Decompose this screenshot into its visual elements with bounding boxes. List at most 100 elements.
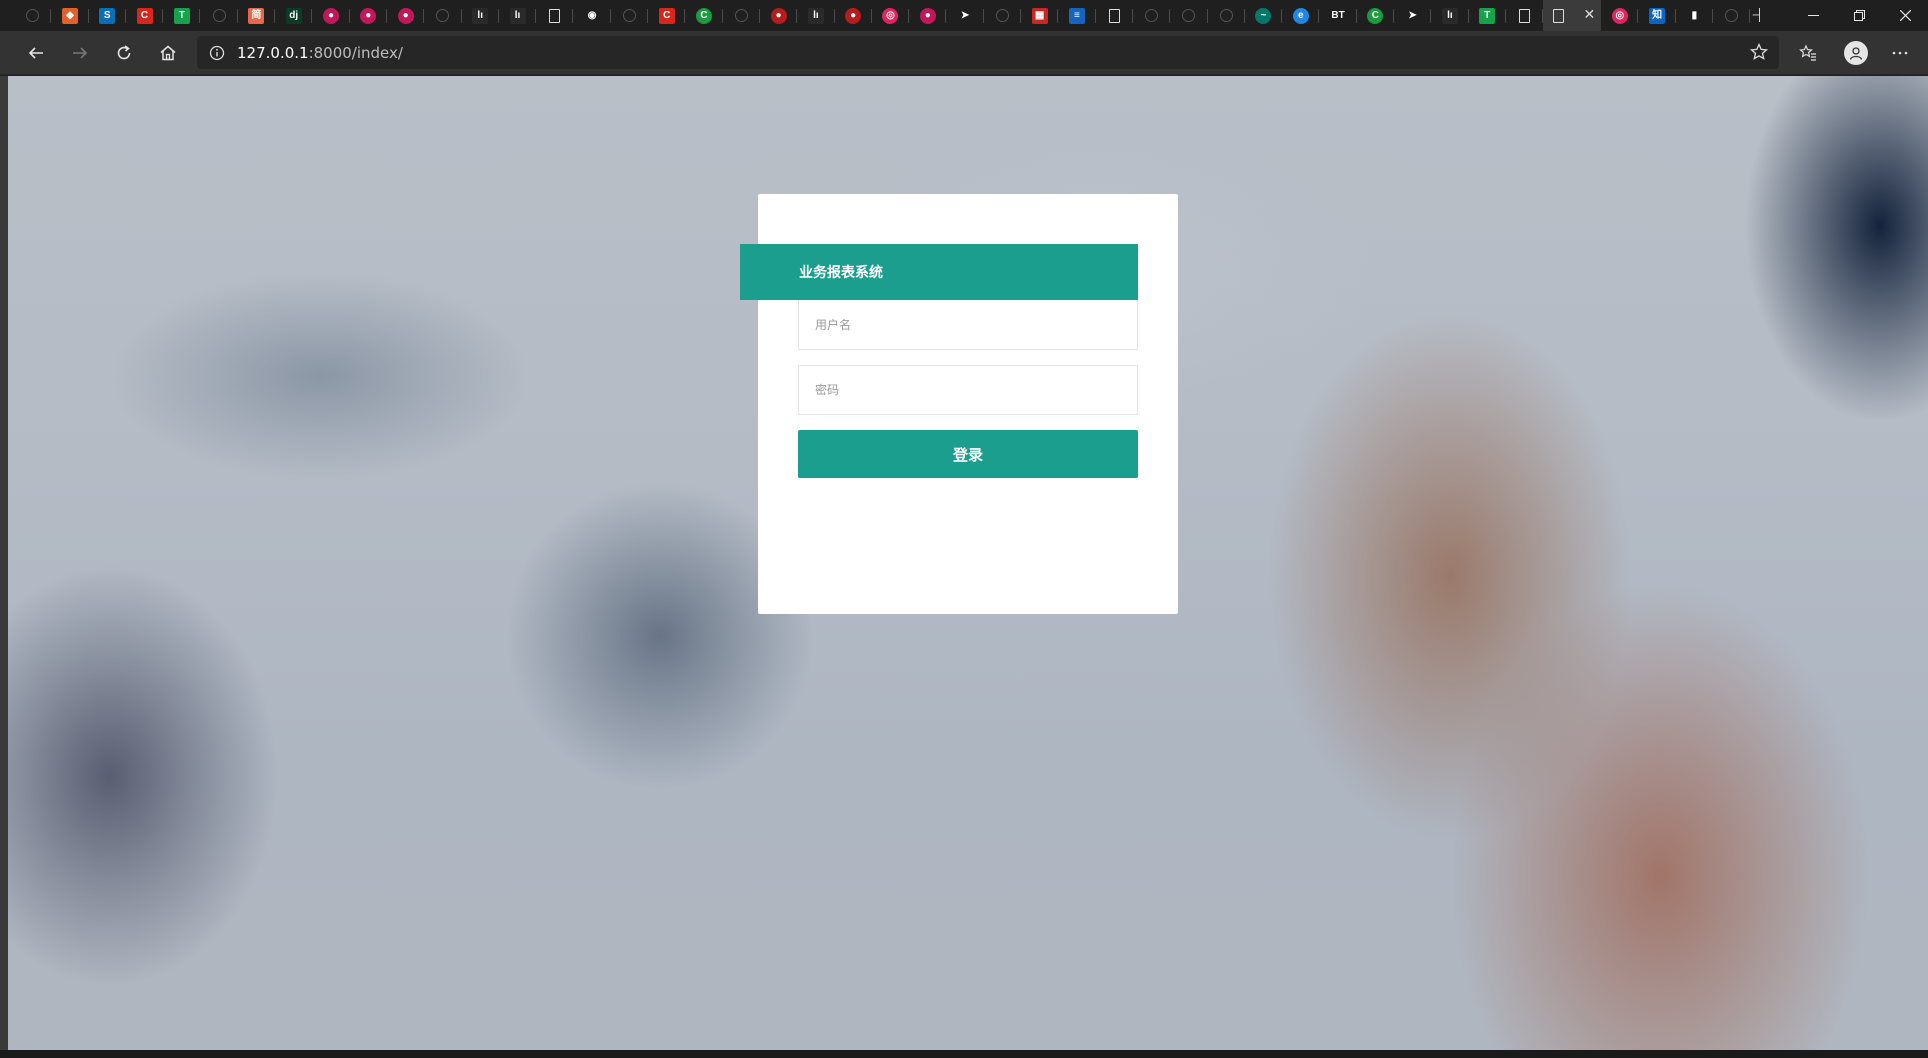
arrow-left-icon	[28, 46, 43, 59]
settings-more-button[interactable]	[1878, 31, 1922, 75]
new-tab-button[interactable]: +	[1750, 0, 1760, 31]
t-icon: T	[1479, 7, 1496, 24]
tab[interactable]: C	[685, 0, 723, 31]
login-button[interactable]: 登录	[798, 430, 1138, 478]
tab[interactable]: ▮	[1676, 0, 1714, 31]
restore-button[interactable]	[1836, 0, 1882, 31]
tab[interactable]	[1096, 0, 1134, 31]
tab[interactable]	[424, 0, 462, 31]
tab[interactable]: BT	[1319, 0, 1357, 31]
django-icon: dj	[285, 7, 302, 24]
tab[interactable]: ●	[312, 0, 350, 31]
github-icon	[26, 9, 40, 22]
tab[interactable]: ≡	[1058, 0, 1096, 31]
tab[interactable]	[200, 0, 239, 31]
password-input[interactable]	[798, 365, 1138, 415]
docs-icon: lı	[807, 7, 824, 24]
tab[interactable]: ➤	[1394, 0, 1432, 31]
send-icon: ➤	[1404, 7, 1421, 24]
tab[interactable]: lı	[499, 0, 537, 31]
tab[interactable]	[1506, 0, 1544, 31]
tab[interactable]: ◆	[51, 0, 89, 31]
tab[interactable]: T	[163, 0, 201, 31]
github-icon	[1182, 9, 1196, 22]
window-controls	[1790, 0, 1928, 31]
docs-icon: lı	[472, 7, 489, 24]
tab[interactable]: e	[1282, 0, 1320, 31]
login-title: 业务报表系统	[740, 244, 1138, 300]
toolbar-right	[1786, 31, 1928, 75]
tab[interactable]: dj	[275, 0, 313, 31]
eye-icon: ◉	[584, 7, 601, 24]
tab-list: ◆ S C T 简 dj ● ● ● lı lı ◉ C C ● lı ● ◎ ● ➤ ▦ ≡ ~ e BT C ➤ lı T ✕ ◎ 知 ▮ +	[0, 0, 1760, 31]
tab[interactable]: C	[1357, 0, 1395, 31]
circle-red-icon: ●	[397, 7, 414, 24]
browser-toolbar: 127.0.0.1:8000/index/	[0, 31, 1928, 75]
page-icon	[1519, 8, 1531, 23]
jianshu-icon: 简	[248, 7, 265, 24]
tab[interactable]	[1208, 0, 1246, 31]
favorites-button[interactable]	[1786, 31, 1830, 75]
bt-icon: BT	[1330, 7, 1347, 24]
info-icon	[209, 45, 225, 60]
weibo-icon: ◎	[1611, 7, 1628, 24]
send-icon: ➤	[957, 7, 974, 24]
profile-button[interactable]	[1834, 31, 1878, 75]
tab[interactable]	[536, 0, 574, 31]
t-icon: T	[173, 7, 190, 24]
tab[interactable]	[1713, 0, 1751, 31]
tab[interactable]: ●	[835, 0, 873, 31]
forward-button[interactable]	[62, 35, 98, 71]
favorite-star-button[interactable]	[1749, 42, 1769, 66]
grid-red-icon: ▦	[1031, 7, 1048, 24]
tab[interactable]: ◎	[1601, 0, 1639, 31]
refresh-button[interactable]	[106, 35, 142, 71]
username-input[interactable]	[798, 300, 1138, 350]
tab[interactable]: C	[648, 0, 686, 31]
tab[interactable]: ➤	[946, 0, 985, 31]
tab[interactable]: ~	[1245, 0, 1283, 31]
github-icon	[995, 9, 1009, 22]
close-window-button[interactable]	[1882, 0, 1928, 31]
tab[interactable]: lı	[797, 0, 835, 31]
tab[interactable]: ●	[387, 0, 425, 31]
circle-red-icon: ●	[323, 7, 340, 24]
tab[interactable]: ▦	[1021, 0, 1059, 31]
minimize-button[interactable]	[1790, 0, 1836, 31]
person-icon	[1849, 47, 1863, 60]
tab[interactable]: 知	[1638, 0, 1677, 31]
url-host: 127.0.0.1	[237, 43, 309, 62]
tab[interactable]: ●	[760, 0, 798, 31]
tab[interactable]	[611, 0, 649, 31]
home-icon	[160, 45, 176, 60]
tab[interactable]: lı	[462, 0, 500, 31]
github-icon	[212, 9, 226, 22]
tab[interactable]: T	[1469, 0, 1507, 31]
tab[interactable]: lı	[1431, 0, 1469, 31]
tab-close-icon[interactable]: ✕	[1583, 6, 1595, 24]
tab[interactable]: ●	[909, 0, 947, 31]
back-button[interactable]	[18, 35, 54, 71]
tab[interactable]	[14, 0, 52, 31]
tab[interactable]: C	[126, 0, 164, 31]
tab[interactable]	[1133, 0, 1171, 31]
address-bar[interactable]: 127.0.0.1:8000/index/	[197, 36, 1779, 69]
csdn-icon: C	[136, 7, 153, 24]
tab[interactable]	[1170, 0, 1208, 31]
docs-icon: lı	[509, 7, 526, 24]
tab[interactable]: S	[89, 0, 127, 31]
bar-chart-icon: ▮	[1686, 7, 1703, 24]
tab[interactable]	[723, 0, 761, 31]
minimize-icon	[1807, 15, 1819, 16]
tab[interactable]: ◎	[872, 0, 910, 31]
doc-blue-icon: ≡	[1068, 7, 1085, 24]
tab[interactable]: 简	[238, 0, 276, 31]
github-icon	[734, 9, 748, 22]
github-icon	[1219, 9, 1233, 22]
tab[interactable]: ◉	[573, 0, 612, 31]
tab[interactable]: ●	[350, 0, 388, 31]
home-button[interactable]	[150, 35, 186, 71]
tab[interactable]	[984, 0, 1022, 31]
window-left-edge	[0, 76, 8, 1050]
tab-active[interactable]: ✕	[1543, 0, 1602, 31]
